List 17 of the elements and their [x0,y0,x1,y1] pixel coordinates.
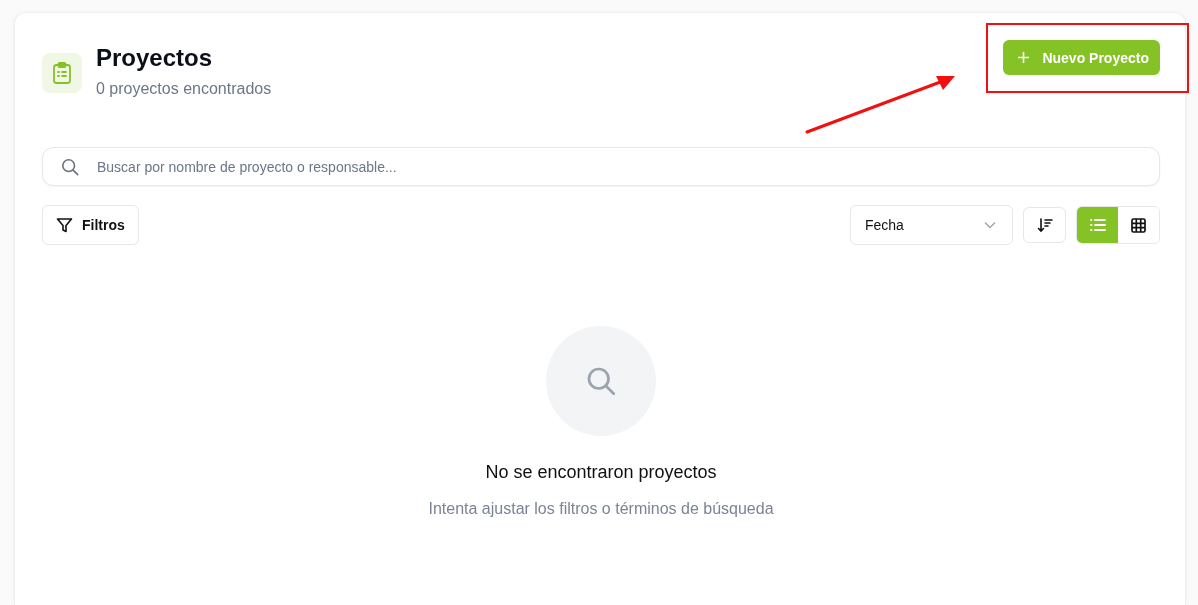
results-count: 0 proyectos encontrados [96,80,272,98]
empty-state-title: No se encontraron proyectos [485,462,717,483]
filters-button[interactable]: Filtros [42,205,139,245]
sort-order-button[interactable] [1023,207,1066,243]
plus-icon [1017,51,1031,64]
clipboard-icon [52,62,72,84]
chevron-down-icon [984,221,996,229]
search-icon [61,157,79,176]
sort-dropdown[interactable]: Fecha [850,205,1013,245]
search-field[interactable]: Buscar por nombre de proyecto o responsable... [42,147,1160,186]
empty-state-message: Intenta ajustar los filtros o términos de búsqueda [428,500,774,518]
grid-icon [1131,217,1146,233]
list-icon [1089,218,1106,232]
search-icon [586,366,616,396]
sort-descending-icon [1036,217,1053,233]
filter-icon [56,216,73,234]
page-title: Proyectos [96,44,214,72]
